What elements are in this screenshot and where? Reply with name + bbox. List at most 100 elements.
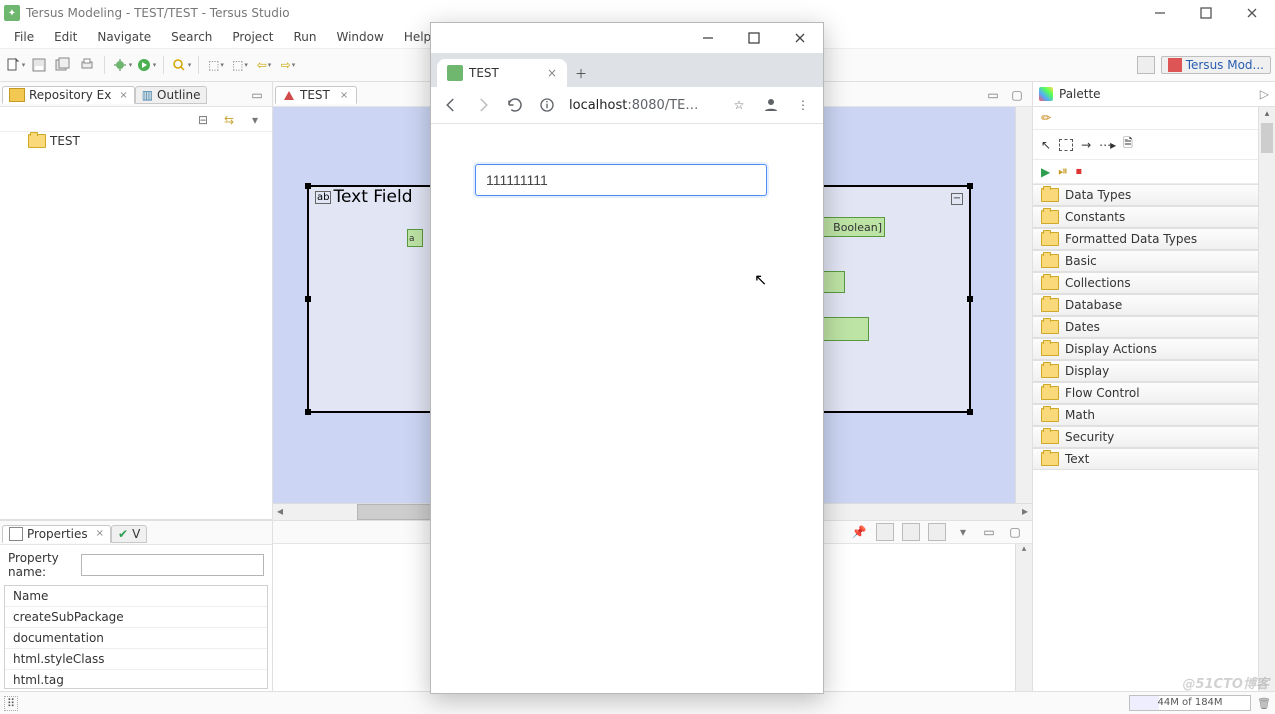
palette-collapse-button[interactable]: ▷ — [1260, 87, 1269, 101]
console-btn-2[interactable] — [900, 521, 922, 543]
marquee-tool[interactable] — [1059, 139, 1073, 151]
property-row[interactable]: html.tag — [5, 670, 267, 689]
menu-edit[interactable]: Edit — [44, 28, 87, 46]
palette-section[interactable]: Math — [1033, 404, 1258, 426]
run-button[interactable]: ▾ — [135, 54, 157, 76]
debug-button[interactable]: ▾ — [111, 54, 133, 76]
palette-section[interactable]: Flow Control — [1033, 382, 1258, 404]
ide-minimize-button[interactable] — [1137, 0, 1183, 26]
link-editor-button[interactable]: ⇆ — [218, 109, 240, 131]
profile-icon[interactable] — [761, 95, 781, 115]
menu-search[interactable]: Search — [161, 28, 222, 46]
property-row[interactable]: documentation — [5, 628, 267, 649]
ide-close-button[interactable] — [1229, 0, 1275, 26]
site-info-icon[interactable] — [537, 95, 557, 115]
palette-section[interactable]: Dates — [1033, 316, 1258, 338]
menu-project[interactable]: Project — [222, 28, 283, 46]
view-menu-button[interactable]: ▾ — [244, 109, 266, 131]
gc-button[interactable]: 🗑 — [1257, 697, 1271, 710]
nav-back-button[interactable]: ⇦▾ — [253, 54, 275, 76]
print-button[interactable] — [76, 54, 98, 76]
console-max-button[interactable]: ▢ — [1004, 521, 1026, 543]
tree-root[interactable]: TEST — [0, 132, 272, 150]
property-name-input[interactable] — [81, 554, 264, 576]
palette-section[interactable]: Constants — [1033, 206, 1258, 228]
save-all-button[interactable] — [52, 54, 74, 76]
console-pin-button[interactable]: 📌 — [848, 521, 870, 543]
editor-maximize-button[interactable]: ▢ — [1006, 84, 1028, 106]
tab-close-icon[interactable]: × — [547, 66, 557, 80]
editor-vscroll[interactable] — [1015, 107, 1032, 503]
close-icon[interactable]: × — [340, 90, 348, 101]
palette-section[interactable]: Data Types — [1033, 184, 1258, 206]
validators-tab[interactable]: ✔ V — [111, 525, 147, 543]
palette-section[interactable]: Security — [1033, 426, 1258, 448]
back-button[interactable] — [441, 95, 461, 115]
forward-button[interactable] — [473, 95, 493, 115]
palette-section[interactable]: Text — [1033, 448, 1258, 470]
bookmark-star-icon[interactable]: ☆ — [729, 95, 749, 115]
palette-section[interactable]: Display Actions — [1033, 338, 1258, 360]
close-icon[interactable]: × — [96, 528, 104, 539]
search-button[interactable]: ▾ — [170, 54, 192, 76]
address-bar[interactable]: localhost:8080/TE… — [569, 98, 717, 113]
palette-section[interactable]: Display — [1033, 360, 1258, 382]
model-slot[interactable]: a — [407, 229, 423, 247]
collapse-all-button[interactable]: ⊟ — [192, 109, 214, 131]
browser-minimize-button[interactable] — [685, 23, 731, 53]
reload-button[interactable] — [505, 95, 525, 115]
collapse-button[interactable]: − — [951, 193, 963, 205]
memory-bar[interactable]: 44M of 184M — [1129, 695, 1251, 711]
console-min-button[interactable]: ▭ — [978, 521, 1000, 543]
menu-navigate[interactable]: Navigate — [87, 28, 161, 46]
step-icon[interactable]: ⏯ — [1058, 164, 1068, 179]
select-tool[interactable]: ↖ — [1041, 138, 1051, 152]
property-row[interactable]: html.styleClass — [5, 649, 267, 670]
perspective-tab[interactable]: Tersus Mod... — [1161, 56, 1271, 74]
browser-tab[interactable]: TEST × — [437, 59, 567, 87]
arrow-solid-tool[interactable]: → — [1081, 138, 1091, 152]
run-green-icon[interactable]: ▶ — [1041, 165, 1050, 179]
console-btn-1[interactable] — [874, 521, 896, 543]
console-btn-3[interactable] — [926, 521, 948, 543]
browser-close-button[interactable] — [777, 23, 823, 53]
console-vscroll[interactable]: ▴ — [1015, 544, 1032, 691]
palette-section[interactable]: Collections — [1033, 272, 1258, 294]
arrow-dashed-tool[interactable]: ⋯▸ — [1099, 138, 1115, 152]
ide-maximize-button[interactable] — [1183, 0, 1229, 26]
nav-next-button[interactable]: ⬚▾ — [229, 54, 251, 76]
palette-section[interactable]: Formatted Data Types — [1033, 228, 1258, 250]
palette-section[interactable]: Basic — [1033, 250, 1258, 272]
repository-explorer-tab[interactable]: Repository Ex × — [2, 86, 135, 104]
nav-prev-button[interactable]: ⬚▾ — [205, 54, 227, 76]
nav-forward-button[interactable]: ⇨▾ — [277, 54, 299, 76]
menu-file[interactable]: File — [4, 28, 44, 46]
menu-window[interactable]: Window — [326, 28, 393, 46]
browser-titlebar[interactable] — [431, 23, 823, 53]
palette-section[interactable]: Database — [1033, 294, 1258, 316]
palette-tool-brush[interactable]: ✏ — [1033, 107, 1258, 130]
properties-tab[interactable]: Properties × — [2, 525, 111, 543]
browser-menu-button[interactable]: ⋮ — [793, 95, 813, 115]
new-tab-button[interactable]: ＋ — [567, 59, 595, 87]
browser-maximize-button[interactable] — [731, 23, 777, 53]
view-minimize-button[interactable]: ▭ — [246, 84, 268, 106]
palette-scrollbar[interactable]: ▴ — [1258, 107, 1275, 691]
outline-tab[interactable]: ▥ Outline — [135, 86, 208, 104]
console-menu-button[interactable]: ▾ — [952, 521, 974, 543]
editor-tab-test[interactable]: TEST × — [275, 86, 357, 104]
properties-table[interactable]: Name createSubPackage documentation html… — [4, 585, 268, 689]
open-perspective-button[interactable] — [1135, 54, 1157, 76]
model-icon — [284, 91, 294, 100]
new-page-tool[interactable]: 🗎 — [1123, 134, 1133, 155]
close-icon[interactable]: × — [119, 90, 127, 101]
menu-run[interactable]: Run — [283, 28, 326, 46]
folder-icon — [1041, 342, 1059, 356]
text-field-input[interactable] — [475, 164, 767, 196]
property-row[interactable]: createSubPackage — [5, 607, 267, 628]
editor-minimize-button[interactable]: ▭ — [982, 84, 1004, 106]
repository-tree[interactable]: TEST — [0, 132, 272, 520]
stop-red-icon[interactable]: ⏹ — [1076, 164, 1082, 179]
new-button[interactable]: ▾ — [4, 54, 26, 76]
save-button[interactable] — [28, 54, 50, 76]
